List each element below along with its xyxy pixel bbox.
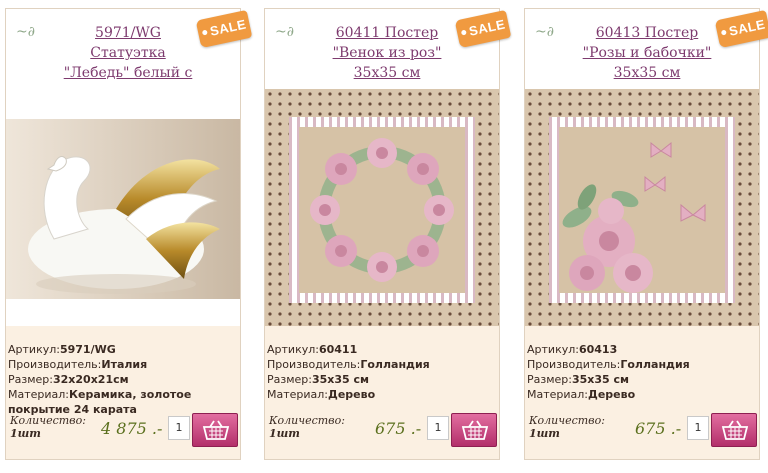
- spec-manufacturer: Производитель:Голландия: [267, 358, 430, 371]
- quantity-input[interactable]: 1: [427, 416, 449, 440]
- product-specs: Артикул:60413 Производитель:Голландия Ра…: [527, 342, 757, 402]
- spec-article: Артикул:5971/WG: [8, 343, 116, 356]
- product-image-rose-wreath[interactable]: [265, 89, 499, 326]
- product-title-link[interactable]: 5971/WG Статуэтка "Лебедь" белый с: [34, 23, 222, 83]
- spec-material: Материал:Дерево: [527, 388, 636, 401]
- quantity-label: Количество: 1шт: [529, 414, 605, 440]
- add-to-cart-button[interactable]: [192, 413, 238, 447]
- product-specs: Артикул:60411 Производитель:Голландия Ра…: [267, 342, 497, 402]
- price: 675 .-: [375, 419, 422, 438]
- add-to-cart-button[interactable]: [711, 413, 757, 447]
- quantity-input[interactable]: 1: [168, 416, 190, 440]
- spec-size: Размер:35х35 см: [527, 373, 630, 386]
- spec-manufacturer: Производитель:Голландия: [527, 358, 690, 371]
- add-to-cart-button[interactable]: [451, 413, 497, 447]
- product-title-link[interactable]: 60411 Постер "Венок из роз" 35х35 см: [293, 23, 481, 83]
- quantity-label: Количество: 1шт: [10, 414, 86, 440]
- quantity-label: Количество: 1шт: [269, 414, 345, 440]
- product-image-swan[interactable]: [6, 89, 240, 326]
- product-title-link[interactable]: 60413 Постер "Розы и бабочки" 35х35 см: [553, 23, 741, 83]
- product-card-3: ~∂ 60413 Постер "Розы и бабочки" 35х35 с…: [524, 8, 768, 460]
- product-card-2: ~∂ 60411 Постер "Венок из роз" 35х35 см …: [264, 8, 512, 460]
- price: 675 .-: [635, 419, 682, 438]
- spec-article: Артикул:60413: [527, 343, 618, 356]
- basket-icon: [721, 420, 749, 440]
- quantity-input[interactable]: 1: [687, 416, 709, 440]
- spec-article: Артикул:60411: [267, 343, 358, 356]
- spec-size: Размер:35х35 см: [267, 373, 370, 386]
- product-image-roses-butterflies[interactable]: [525, 89, 759, 326]
- basket-icon: [461, 420, 489, 440]
- product-specs: Артикул:5971/WG Производитель:Италия Раз…: [8, 342, 238, 417]
- spec-size: Размер:32x20x21см: [8, 373, 129, 386]
- price: 4 875 .-: [101, 419, 163, 438]
- product-card-1: ~∂ 5971/WG Статуэтка "Лебедь" белый с SA…: [5, 8, 253, 460]
- basket-icon: [202, 420, 230, 440]
- spec-manufacturer: Производитель:Италия: [8, 358, 148, 371]
- spec-material: Материал:Дерево: [267, 388, 376, 401]
